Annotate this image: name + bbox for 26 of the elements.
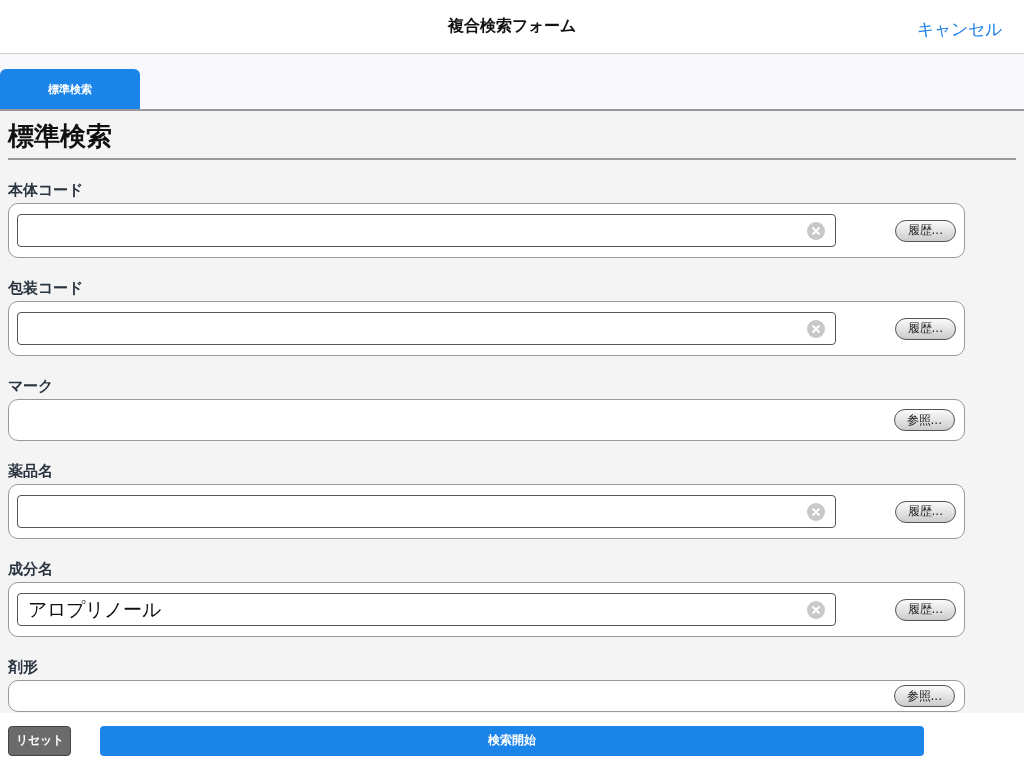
field-label: 剤形 <box>8 658 39 677</box>
section-title: 標準検索 <box>8 119 1016 160</box>
clear-icon[interactable] <box>807 502 825 521</box>
tab[interactable]: 標準検索 <box>0 69 140 109</box>
reference-button[interactable]: 参照... <box>893 685 955 707</box>
history-button[interactable]: 履歴... <box>894 598 956 621</box>
input-field[interactable] <box>17 214 836 247</box>
field-label: 包装コード <box>8 279 84 298</box>
search-button[interactable]: 検索開始 <box>100 725 924 756</box>
cancel-link[interactable]: キャンセル <box>917 18 1002 41</box>
clear-icon[interactable] <box>807 600 825 619</box>
input-field[interactable] <box>17 495 836 528</box>
reference-button[interactable]: 参照... <box>893 409 955 431</box>
input-field[interactable]: アロプリノール <box>17 593 836 626</box>
field-label: 成分名 <box>8 560 54 579</box>
history-button[interactable]: 履歴... <box>894 317 956 340</box>
field-label: 薬品名 <box>8 462 54 481</box>
reset-button[interactable]: リセット <box>8 725 71 756</box>
history-button[interactable]: 履歴... <box>894 500 956 523</box>
clear-icon[interactable] <box>807 221 825 240</box>
history-button[interactable]: 履歴... <box>894 219 956 242</box>
input-field[interactable] <box>17 312 836 345</box>
window-title: 複合検索フォーム <box>448 16 576 37</box>
field-label: 本体コード <box>8 181 84 200</box>
field-label: マーク <box>8 377 54 396</box>
clear-icon[interactable] <box>807 319 825 338</box>
